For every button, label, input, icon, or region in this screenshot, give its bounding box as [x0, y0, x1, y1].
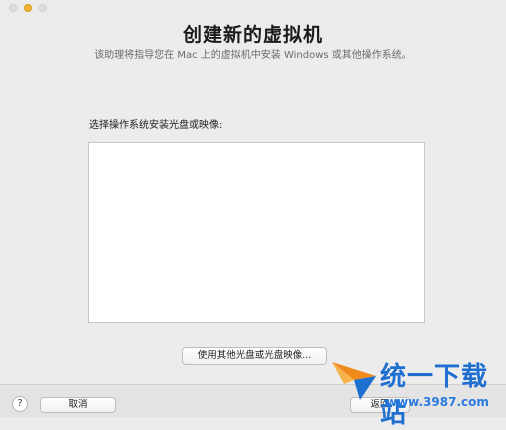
site-watermark: 统一下载站 www.3987.com	[330, 352, 506, 429]
zoom-window-button[interactable]	[39, 4, 47, 12]
install-source-label: 选择操作系统安装光盘或映像:	[89, 120, 223, 131]
watermark-logo-icon	[332, 362, 376, 400]
watermark-url: www.3987.com	[386, 395, 489, 409]
watermark-brand: 统一下载站	[380, 362, 489, 429]
new-vm-assistant-window: 创建新的虚拟机 该助理将指导您在 Mac 上的虚拟机中安装 Windows 或其…	[0, 0, 506, 429]
page-subtitle: 该助理将指导您在 Mac 上的虚拟机中安装 Windows 或其他操作系统。	[94, 50, 412, 61]
help-button[interactable]: ?	[12, 396, 28, 412]
cancel-button[interactable]: 取消	[40, 397, 116, 413]
minimize-window-button[interactable]	[24, 4, 32, 12]
page-title: 创建新的虚拟机	[182, 24, 323, 46]
titlebar	[0, 0, 506, 14]
use-other-disk-button[interactable]: 使用其他光盘或光盘映像...	[182, 347, 327, 365]
close-window-button[interactable]	[9, 4, 17, 12]
install-disk-list[interactable]	[88, 142, 425, 323]
